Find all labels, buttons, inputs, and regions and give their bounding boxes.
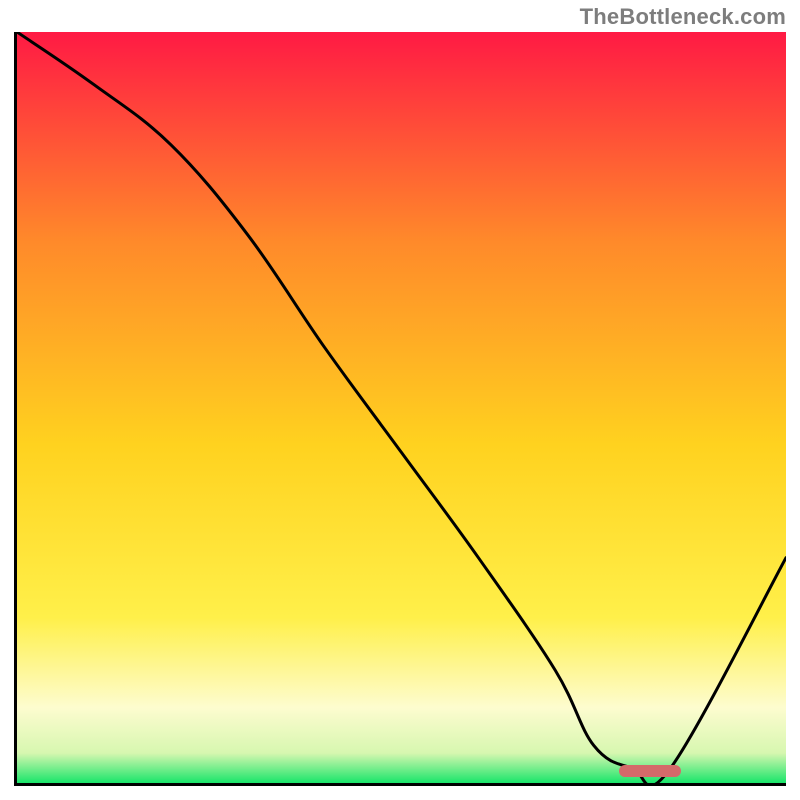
plot-svg	[17, 32, 786, 783]
gradient-background	[17, 32, 786, 783]
watermark-text: TheBottleneck.com	[580, 4, 786, 30]
plot-frame	[14, 32, 786, 786]
chart-stage: TheBottleneck.com	[0, 0, 800, 800]
optimal-range-marker	[619, 765, 681, 777]
